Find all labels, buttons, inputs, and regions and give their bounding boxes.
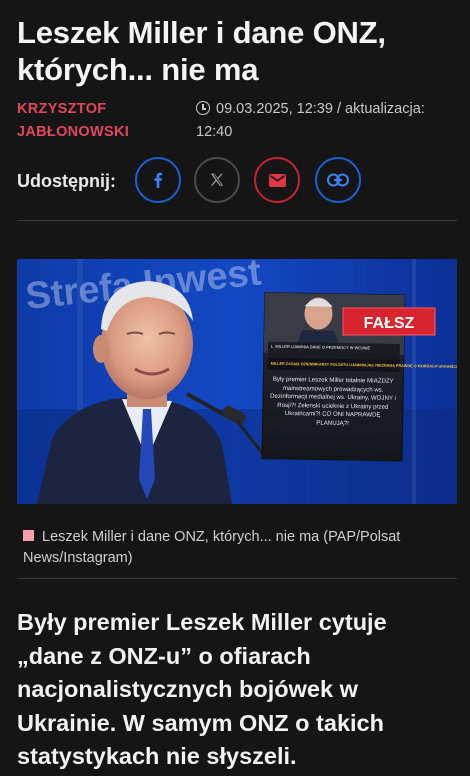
divider — [17, 220, 457, 221]
share-facebook-button[interactable] — [135, 157, 181, 203]
publish-meta: 09.03.2025, 12:39 / aktualizacja: 12:40 — [196, 98, 456, 144]
article-lead: Były premier Leszek Miller cytuje „dane … — [17, 609, 387, 769]
divider — [17, 578, 457, 579]
publish-date: 09.03.2025, 12:39 — [216, 101, 333, 117]
post-text: Były premier Leszek Miller totalnie MIAŻ… — [270, 375, 396, 427]
image-caption: Leszek Miller i dane ONZ, których... nie… — [23, 527, 443, 569]
mail-icon — [268, 173, 286, 187]
caption-text: Leszek Miller i dane ONZ, których... nie… — [23, 529, 401, 566]
caption-marker — [23, 530, 34, 541]
article-title: Leszek Miller i dane ONZ, których... nie… — [17, 15, 386, 87]
link-icon — [327, 173, 349, 187]
article-photo: Strefa Inwest L. MILLER UJAWNIA DANE O P… — [17, 259, 457, 504]
falsz-stamp: FAŁSZ — [364, 315, 415, 332]
facebook-icon — [154, 172, 163, 188]
update-time: 12:40 — [196, 124, 233, 140]
update-label: / aktualizacja: — [332, 101, 425, 117]
x-icon — [210, 173, 224, 186]
clock-icon — [196, 101, 210, 115]
share-email-button[interactable] — [254, 157, 300, 203]
article-image[interactable]: Strefa Inwest L. MILLER UJAWNIA DANE O P… — [17, 259, 457, 504]
share-x-button[interactable] — [194, 157, 240, 203]
share-label: Udostępnij: — [17, 171, 116, 191]
share-link-button[interactable] — [315, 157, 361, 203]
author-link[interactable]: KRZYSZTOF JABŁONOWSKI — [17, 98, 167, 144]
